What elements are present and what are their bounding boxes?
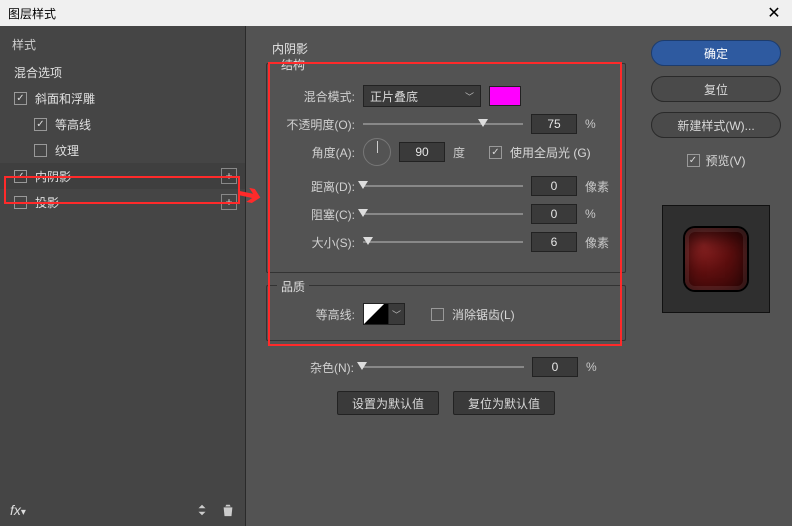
distance-slider[interactable]	[363, 179, 523, 193]
noise-unit: %	[586, 360, 614, 374]
checkbox-icon[interactable]	[14, 196, 27, 209]
blend-mode-label: 混合模式:	[279, 88, 355, 105]
size-unit: 像素	[585, 234, 613, 251]
opacity-slider[interactable]	[363, 117, 523, 131]
opacity-input[interactable]	[531, 114, 577, 134]
checkbox-icon[interactable]	[14, 170, 27, 183]
blending-options-row[interactable]: 混合选项	[0, 59, 245, 85]
size-input[interactable]	[531, 232, 577, 252]
contour-swatch[interactable]	[363, 303, 389, 325]
contour-dropdown[interactable]: ﹀	[389, 303, 405, 325]
effect-row-texture[interactable]: 纹理	[0, 137, 245, 163]
preview-toggle[interactable]: 预览(V)	[687, 152, 746, 169]
angle-label: 角度(A):	[279, 144, 355, 161]
blend-mode-dropdown[interactable]: 正片叠底 ﹀	[363, 85, 481, 107]
angle-field: 角度(A): 度 使用全局光 (G)	[279, 138, 613, 166]
choke-unit: %	[585, 207, 613, 221]
noise-field: 杂色(N): %	[266, 353, 626, 381]
effect-label: 投影	[35, 194, 221, 211]
panel-title: 内阴影	[272, 40, 626, 57]
noise-slider[interactable]	[362, 360, 524, 374]
new-style-button[interactable]: 新建样式(W)...	[651, 112, 781, 138]
sidebar-footer: fx▾	[0, 494, 245, 526]
cancel-button[interactable]: 复位	[651, 76, 781, 102]
styles-sidebar: 样式 混合选项 斜面和浮雕 等高线 纹理 内阴影 +	[0, 26, 246, 526]
blend-mode-field: 混合模式: 正片叠底 ﹀	[279, 82, 613, 110]
effect-label: 等高线	[55, 116, 237, 133]
blend-mode-value: 正片叠底	[370, 88, 418, 105]
angle-dial[interactable]	[363, 138, 391, 166]
reset-default-button[interactable]: 复位为默认值	[453, 391, 555, 415]
angle-input[interactable]	[399, 142, 445, 162]
structure-group: 结构 混合模式: 正片叠底 ﹀ 不透明度(O): % 角度(A): 度	[266, 63, 626, 273]
default-buttons-row: 设置为默认值 复位为默认值	[266, 391, 626, 415]
distance-field: 距离(D): 像素	[279, 172, 613, 200]
noise-label: 杂色(N):	[278, 359, 354, 376]
up-down-icon[interactable]	[195, 503, 209, 517]
opacity-unit: %	[585, 117, 613, 131]
checkbox-icon[interactable]	[34, 118, 47, 131]
add-effect-button[interactable]: +	[221, 194, 237, 210]
opacity-label: 不透明度(O):	[279, 116, 355, 133]
checkbox-icon[interactable]	[14, 92, 27, 105]
opacity-field: 不透明度(O): %	[279, 110, 613, 138]
effect-row-inner-shadow[interactable]: 内阴影 +	[0, 163, 245, 189]
preview-swatch	[662, 205, 770, 313]
chevron-down-icon: ﹀	[465, 90, 474, 103]
trash-icon[interactable]	[221, 503, 235, 517]
choke-field: 阻塞(C): %	[279, 200, 613, 228]
distance-unit: 像素	[585, 178, 613, 195]
global-light-checkbox[interactable]	[489, 146, 502, 159]
choke-label: 阻塞(C):	[279, 206, 355, 223]
fx-icon[interactable]: fx▾	[10, 502, 26, 518]
size-field: 大小(S): 像素	[279, 228, 613, 256]
effect-label: 内阴影	[35, 168, 221, 185]
angle-unit: 度	[453, 144, 481, 161]
choke-slider[interactable]	[363, 207, 523, 221]
dialog-buttons: 确定 复位 新建样式(W)... 预览(V)	[640, 26, 792, 526]
group-title-structure: 结构	[277, 56, 309, 73]
add-effect-button[interactable]: +	[221, 168, 237, 184]
effect-label: 纹理	[55, 142, 237, 159]
preview-checkbox[interactable]	[687, 154, 700, 167]
distance-label: 距离(D):	[279, 178, 355, 195]
group-title-quality: 品质	[277, 278, 309, 295]
make-default-button[interactable]: 设置为默认值	[337, 391, 439, 415]
settings-panel: 内阴影 结构 混合模式: 正片叠底 ﹀ 不透明度(O): % 角度(A):	[246, 26, 640, 526]
blending-options-label: 混合选项	[14, 64, 237, 81]
size-label: 大小(S):	[279, 234, 355, 251]
sidebar-header: 样式	[0, 26, 245, 59]
shadow-color-swatch[interactable]	[489, 86, 521, 106]
checkbox-icon[interactable]	[34, 144, 47, 157]
effects-list: 斜面和浮雕 等高线 纹理 内阴影 + 投影 +	[0, 85, 245, 494]
title-bar: 图层样式 ✕	[0, 0, 792, 26]
effect-row-drop-shadow[interactable]: 投影 +	[0, 189, 245, 215]
antialias-label: 消除锯齿(L)	[452, 306, 515, 323]
close-icon[interactable]: ✕	[764, 3, 784, 23]
size-slider[interactable]	[363, 235, 523, 249]
effect-row-contour[interactable]: 等高线	[0, 111, 245, 137]
preview-gem	[685, 228, 747, 290]
contour-field: 等高线: ﹀ 消除锯齿(L)	[279, 300, 613, 328]
preview-label: 预览(V)	[706, 152, 746, 169]
choke-input[interactable]	[531, 204, 577, 224]
global-light-label: 使用全局光 (G)	[510, 144, 591, 161]
quality-group: 品质 等高线: ﹀ 消除锯齿(L)	[266, 285, 626, 341]
antialias-checkbox[interactable]	[431, 308, 444, 321]
contour-label: 等高线:	[279, 306, 355, 323]
window-title: 图层样式	[8, 5, 56, 22]
noise-input[interactable]	[532, 357, 578, 377]
effect-label: 斜面和浮雕	[35, 90, 237, 107]
effect-row-bevel[interactable]: 斜面和浮雕	[0, 85, 245, 111]
ok-button[interactable]: 确定	[651, 40, 781, 66]
distance-input[interactable]	[531, 176, 577, 196]
